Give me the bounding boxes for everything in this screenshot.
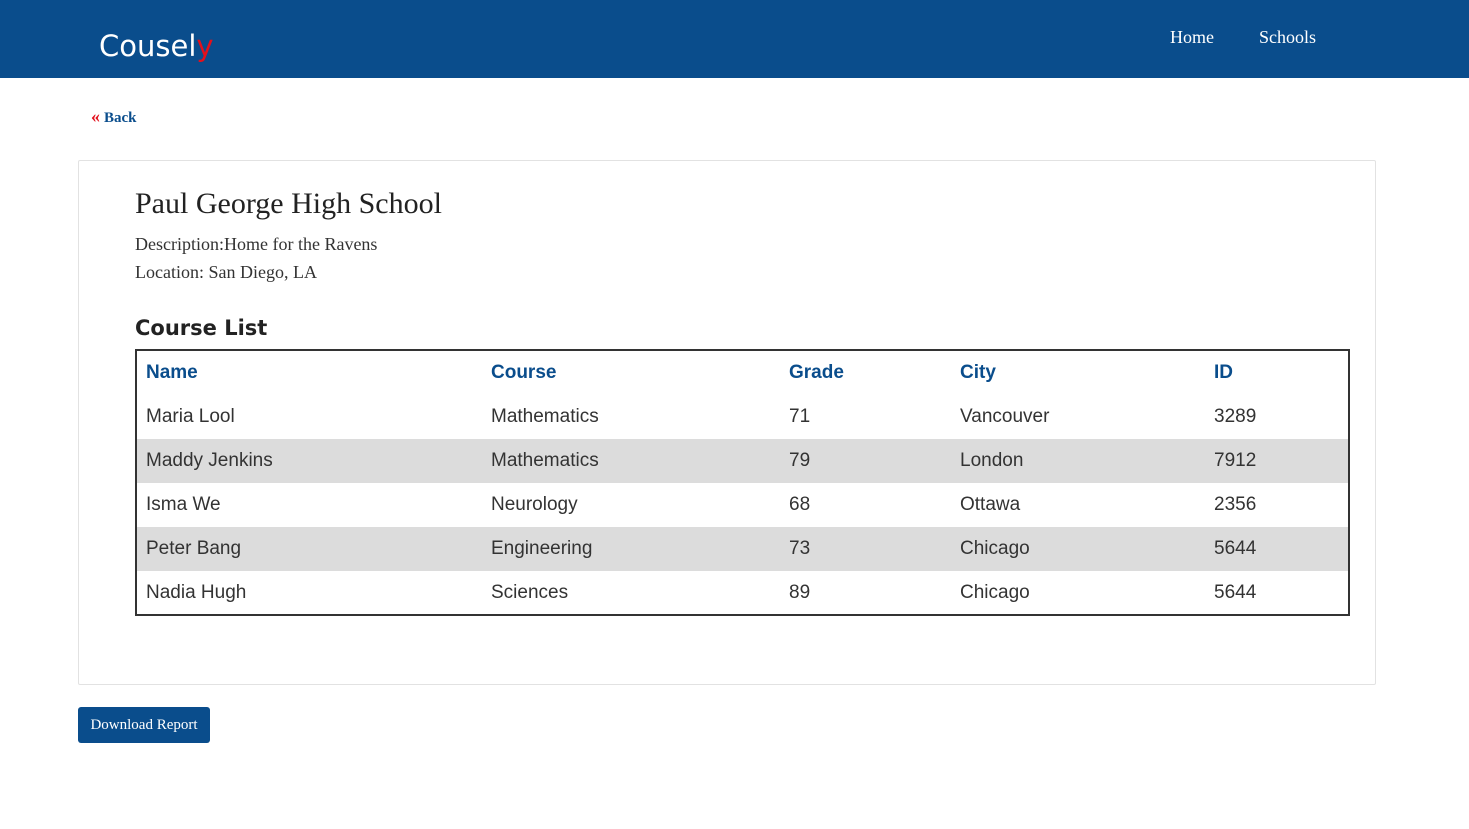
brand-text: Cousel bbox=[99, 29, 197, 63]
cell-id: 5644 bbox=[1214, 538, 1257, 559]
cell-city: London bbox=[960, 450, 1024, 471]
column-header-grade: Grade bbox=[789, 362, 844, 383]
column-header-course: Course bbox=[491, 362, 557, 383]
cell-grade: 73 bbox=[789, 538, 811, 559]
course-table: Name Course Grade City ID Maria Lool Mat… bbox=[137, 351, 1348, 615]
course-table-container: Name Course Grade City ID Maria Lool Mat… bbox=[135, 349, 1350, 616]
cell-grade: 79 bbox=[789, 450, 811, 471]
column-header-name: Name bbox=[146, 362, 198, 383]
table-row: Isma We Neurology 68 Ottawa 2356 bbox=[137, 483, 1348, 527]
cell-course: Engineering bbox=[491, 538, 593, 559]
back-label: Back bbox=[104, 110, 137, 126]
cell-id: 2356 bbox=[1214, 494, 1257, 515]
top-navbar: Cousely Home Schools bbox=[0, 0, 1469, 78]
school-location: Location: San Diego, LA bbox=[135, 262, 317, 282]
school-title: Paul George High School bbox=[135, 187, 442, 220]
table-row: Peter Bang Engineering 73 Chicago 5644 bbox=[137, 527, 1348, 571]
table-row: Nadia Hugh Sciences 89 Chicago 5644 bbox=[137, 571, 1348, 615]
course-list-heading: Course List bbox=[135, 316, 268, 340]
cell-name: Isma We bbox=[146, 494, 221, 515]
cell-name: Nadia Hugh bbox=[146, 582, 247, 603]
table-row: Maria Lool Mathematics 71 Vancouver 3289 bbox=[137, 395, 1348, 439]
cell-grade: 68 bbox=[789, 494, 811, 515]
table-header-row: Name Course Grade City ID bbox=[137, 351, 1348, 395]
brand-logo[interactable]: Cousely bbox=[99, 26, 214, 66]
nav-schools-link[interactable]: Schools bbox=[1259, 26, 1316, 48]
brand-accent-letter: y bbox=[196, 29, 214, 63]
back-link[interactable]: « Back bbox=[91, 106, 137, 128]
cell-grade: 89 bbox=[789, 582, 811, 603]
download-report-button[interactable]: Download Report bbox=[78, 707, 210, 743]
cell-id: 5644 bbox=[1214, 582, 1257, 603]
cell-city: Chicago bbox=[960, 538, 1030, 559]
cell-city: Chicago bbox=[960, 582, 1030, 603]
school-description: Description:Home for the Ravens bbox=[135, 234, 378, 254]
column-header-id: ID bbox=[1214, 362, 1233, 383]
cell-grade: 71 bbox=[789, 406, 811, 427]
school-detail-card: Paul George High School Description:Home… bbox=[78, 160, 1376, 685]
nav-home-link[interactable]: Home bbox=[1170, 26, 1214, 48]
cell-course: Mathematics bbox=[491, 406, 599, 427]
cell-course: Neurology bbox=[491, 494, 578, 515]
cell-id: 3289 bbox=[1214, 406, 1257, 427]
cell-name: Peter Bang bbox=[146, 538, 242, 559]
cell-city: Ottawa bbox=[960, 494, 1021, 515]
cell-course: Sciences bbox=[491, 582, 569, 603]
cell-name: Maria Lool bbox=[146, 406, 235, 427]
double-chevron-left-icon: « bbox=[91, 106, 100, 126]
table-row: Maddy Jenkins Mathematics 79 London 7912 bbox=[137, 439, 1348, 483]
column-header-city: City bbox=[960, 362, 996, 383]
cell-city: Vancouver bbox=[960, 406, 1050, 427]
cell-course: Mathematics bbox=[491, 450, 599, 471]
cell-name: Maddy Jenkins bbox=[146, 450, 273, 471]
cell-id: 7912 bbox=[1214, 450, 1257, 471]
